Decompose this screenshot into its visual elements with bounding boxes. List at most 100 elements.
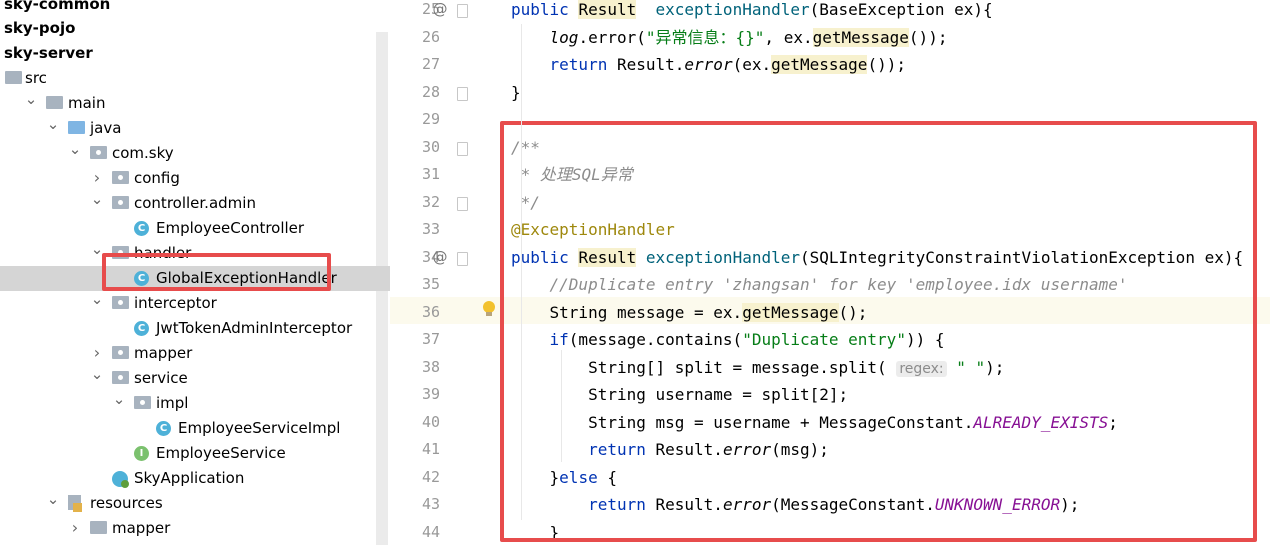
selection-highlight-box <box>102 253 331 291</box>
tree-item[interactable]: ⌄ com.sky <box>0 140 376 166</box>
line-number: 26 <box>421 27 440 46</box>
code-token: ()); <box>908 27 948 47</box>
tree-item[interactable]: I EmployeeService <box>0 441 376 466</box>
code-token: getMessage <box>812 27 909 47</box>
line-number: 39 <box>421 385 440 403</box>
line-number: 38 <box>421 357 440 376</box>
tree-item-label: main <box>68 94 106 112</box>
line-number: 42 <box>421 467 440 486</box>
tree-item[interactable]: sky-server <box>0 41 376 66</box>
line-number: 35 <box>421 275 440 293</box>
code-token: getMessage <box>771 55 868 74</box>
line-number: 28 <box>421 82 440 101</box>
tree-item[interactable]: C EmployeeController <box>0 216 376 241</box>
lightbulb-icon[interactable] <box>482 300 496 318</box>
code-token: exceptionHandler <box>655 0 810 19</box>
package-icon <box>112 196 129 209</box>
class-icon: C <box>134 221 149 236</box>
tree-item-label: controller.admin <box>134 194 256 212</box>
tree-item-label: sky-server <box>4 44 93 62</box>
tree-item-label: SkyApplication <box>134 469 245 487</box>
fold-marker-icon[interactable] <box>457 196 468 211</box>
tree-item-label: EmployeeService <box>156 444 286 462</box>
code-token: public <box>511 0 579 19</box>
code-token: (ex. <box>732 55 772 74</box>
tree-item[interactable]: sky-pojo <box>0 16 376 41</box>
tree-item[interactable]: ⌄ java <box>0 115 376 141</box>
line-number: 41 <box>421 440 440 458</box>
fold-marker-icon[interactable] <box>457 4 468 18</box>
code-token: log <box>549 27 579 47</box>
tree-item-label: java <box>90 119 122 137</box>
tree-item-label: com.sky <box>112 144 174 162</box>
chevron-down-icon[interactable]: ⌄ <box>46 112 60 137</box>
code-token: "异常信息：{}" <box>645 27 765 47</box>
code-editor[interactable]: 25 @26 27 28 29 30 31 32 33 34 @35 36 37 38 39 40 41 42 43… <box>390 0 1270 545</box>
package-icon <box>134 396 151 409</box>
code-token: .error( <box>578 27 646 47</box>
line-number: 36 <box>421 302 440 321</box>
tree-item[interactable]: src <box>0 66 376 91</box>
folder-icon <box>46 96 63 109</box>
chevron-down-icon[interactable]: ⌄ <box>90 287 104 312</box>
code-token: Result. <box>616 55 685 74</box>
code-line[interactable]: } <box>511 79 521 106</box>
code-line[interactable]: return Result.error(ex.getMessage()); <box>511 51 906 78</box>
tree-item[interactable]: C JwtTokenAdminInterceptor <box>0 316 376 341</box>
code-token: (BaseException ex){ <box>809 0 993 19</box>
class-icon: C <box>156 421 171 436</box>
tree-item[interactable]: › mapper <box>0 516 376 541</box>
line-number: 27 <box>421 55 440 73</box>
line-number: 31 <box>421 165 440 183</box>
code-highlight-box <box>500 121 1257 542</box>
code-line[interactable]: public Result exceptionHandler(BaseExcep… <box>511 0 993 23</box>
override-marker-icon[interactable]: @ <box>430 0 450 23</box>
chevron-down-icon[interactable]: ⌄ <box>112 387 126 412</box>
tree-item[interactable]: ⌄ impl <box>0 390 376 416</box>
project-tree[interactable]: sky-common sky-pojo sky-server src ⌄ main ⌄ jav… <box>0 0 390 545</box>
tree-item-label: service <box>134 369 188 387</box>
class-icon: C <box>134 321 149 336</box>
override-marker-icon[interactable]: @ <box>430 244 450 271</box>
chevron-down-icon[interactable]: ⌄ <box>90 187 104 212</box>
tree-item-label: JwtTokenAdminInterceptor <box>156 319 353 337</box>
folder-icon <box>90 521 107 534</box>
line-number: 43 <box>421 495 440 513</box>
package-icon <box>112 371 129 384</box>
tree-item-label: config <box>134 169 180 187</box>
tree-item[interactable]: C EmployeeServiceImpl <box>0 416 376 441</box>
fold-marker-icon[interactable] <box>457 86 468 101</box>
fold-marker-icon[interactable] <box>457 141 468 156</box>
chevron-down-icon[interactable]: ⌄ <box>90 362 104 387</box>
tree-item[interactable]: ⌄ interceptor <box>0 290 376 316</box>
tree-item[interactable]: sky-common <box>0 0 376 17</box>
code-token: ()); <box>867 55 906 74</box>
code-line[interactable]: log.error("异常信息：{}", ex.getMessage()); <box>511 24 947 51</box>
line-number: 33 <box>421 220 440 238</box>
tree-item-label: interceptor <box>134 294 217 312</box>
chevron-down-icon[interactable]: ⌄ <box>24 87 38 112</box>
code-token: error <box>684 55 733 74</box>
line-number: 37 <box>421 330 440 348</box>
line-number: 29 <box>421 110 440 128</box>
tree-item[interactable]: ⌄ service <box>0 365 376 391</box>
chevron-down-icon[interactable]: ⌄ <box>68 137 82 162</box>
interface-icon: I <box>134 446 149 461</box>
tree-item[interactable]: ⌄ resources <box>0 490 376 516</box>
chevron-right-icon[interactable]: › <box>68 515 82 540</box>
indent-guide <box>521 24 522 520</box>
package-icon <box>90 146 107 159</box>
tree-item-label: resources <box>90 494 163 512</box>
code-token: , ex. <box>764 27 813 47</box>
chevron-down-icon[interactable]: ⌄ <box>46 487 60 512</box>
tree-item[interactable]: ⌄ controller.admin <box>0 190 376 216</box>
tree-item[interactable]: › config <box>0 166 376 191</box>
code-token: return <box>549 55 617 74</box>
tree-item[interactable]: › mapper <box>0 341 376 366</box>
fold-marker-icon[interactable] <box>457 251 468 266</box>
package-icon <box>112 171 129 184</box>
tree-item-label: mapper <box>112 519 171 537</box>
